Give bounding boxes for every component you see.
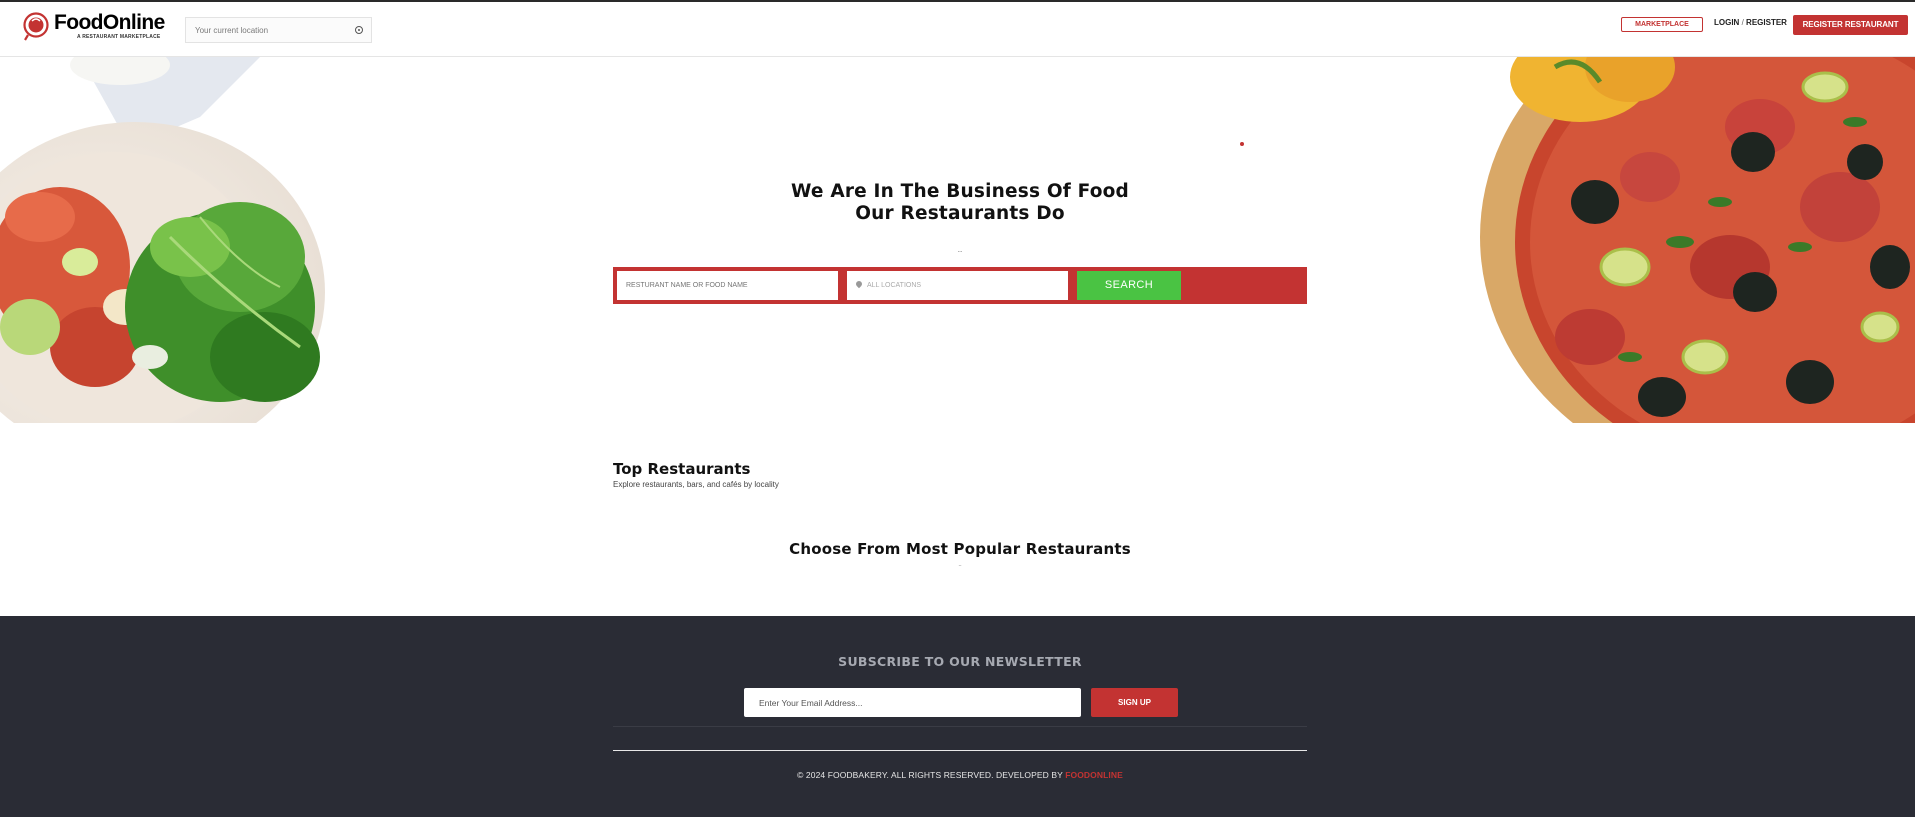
register-link[interactable]: REGISTER <box>1746 18 1787 27</box>
popular-restaurants-title: Choose From Most Popular Restaurants <box>789 540 1131 558</box>
copyright: © 2024 FOODBAKERY. ALL RIGHTS RESERVED. … <box>0 770 1915 780</box>
salad-plate-image <box>0 57 325 423</box>
restaurant-search-bar: ALL LOCATIONS SEARCH <box>613 267 1307 304</box>
popular-separator: .. <box>958 562 962 568</box>
login-link[interactable]: LOGIN <box>1714 18 1739 27</box>
location-select[interactable]: ALL LOCATIONS <box>847 271 1068 300</box>
restaurant-name-input[interactable] <box>617 271 838 300</box>
login-register-links: LOGIN / REGISTER <box>1714 18 1787 27</box>
logo[interactable]: FoodOnline A RESTAURANT MARKETPLACE <box>22 11 165 47</box>
top-restaurants-subtitle: Explore restaurants, bars, and cafés by … <box>613 480 779 489</box>
copyright-text: © 2024 FOODBAKERY. ALL RIGHTS RESERVED. … <box>797 770 1066 780</box>
logo-tagline: A RESTAURANT MARKETPLACE <box>77 34 161 40</box>
newsletter-divider <box>613 726 1307 727</box>
logo-pin-icon <box>23 12 49 41</box>
location-box[interactable] <box>185 17 372 43</box>
developer-link[interactable]: FOODONLINE <box>1065 770 1123 780</box>
site-footer: SUBSCRIBE TO OUR NEWSLETTER Enter Your E… <box>0 616 1915 817</box>
newsletter-title: SUBSCRIBE TO OUR NEWSLETTER <box>838 654 1082 669</box>
map-pin-icon <box>854 279 864 289</box>
crosshair-icon[interactable] <box>355 26 363 34</box>
hero-separator: .. <box>957 245 963 254</box>
logo-word: FoodOnline <box>54 11 165 34</box>
newsletter-email-input[interactable]: Enter Your Email Address... <box>744 688 1081 717</box>
top-restaurants-title: Top Restaurants <box>613 460 751 478</box>
footer-divider <box>613 750 1307 751</box>
pizza-image <box>1480 57 1915 423</box>
search-button[interactable]: SEARCH <box>1077 271 1181 300</box>
decorative-dot <box>1240 142 1244 146</box>
hero-title-line1: We Are In The Business Of Food <box>790 181 1129 202</box>
marketplace-button[interactable]: MARKETPLACE <box>1621 17 1703 32</box>
location-input[interactable] <box>186 25 346 35</box>
location-select-placeholder: ALL LOCATIONS <box>867 282 922 289</box>
hero-title-line2: Our Restaurants Do <box>855 203 1065 224</box>
email-placeholder: Enter Your Email Address... <box>759 698 863 708</box>
login-separator: / <box>1741 18 1744 27</box>
register-restaurant-button[interactable]: REGISTER RESTAURANT <box>1793 15 1908 35</box>
site-header: FoodOnline A RESTAURANT MARKETPLACE MARK… <box>0 2 1915 57</box>
hero-title: We Are In The Business Of Food Our Resta… <box>700 181 1220 225</box>
hero-section: We Are In The Business Of Food Our Resta… <box>0 57 1915 423</box>
signup-button[interactable]: SIGN UP <box>1091 688 1178 717</box>
